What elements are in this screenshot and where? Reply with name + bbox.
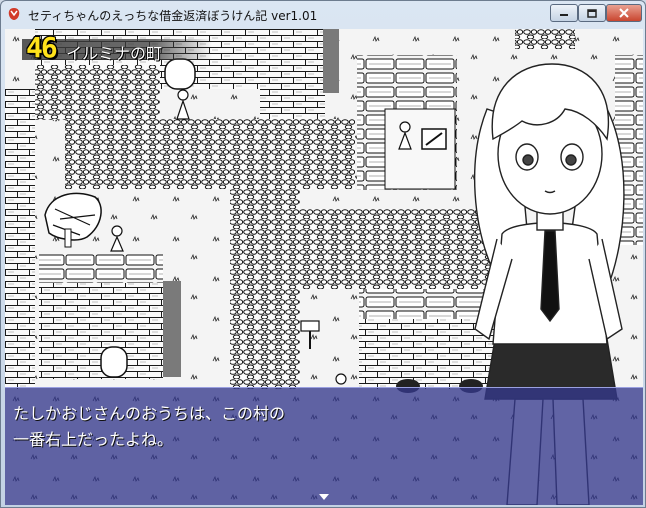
close-icon	[619, 8, 629, 18]
game-screen[interactable]: 46 イルミナの町 たしかおじさんのおうちは、この村の 一番右上だったよね。	[5, 29, 643, 505]
maximize-icon	[587, 8, 597, 18]
title-bar[interactable]: セティちゃんのえっちな借金返済ぼうけん記 ver1.01	[1, 1, 645, 28]
next-page-cursor-icon[interactable]	[318, 493, 330, 501]
minimize-icon	[560, 14, 568, 16]
close-button[interactable]	[606, 4, 642, 22]
minimize-button[interactable]	[550, 4, 578, 22]
message-line-2: 一番右上だったよね。	[13, 430, 174, 449]
window-title: セティちゃんのえっちな借金返済ぼうけん記 ver1.01	[28, 9, 318, 23]
location-number: 46	[26, 31, 58, 64]
message-window[interactable]: たしかおじさんのおうちは、この村の 一番右上だったよね。	[5, 387, 643, 505]
app-icon	[8, 8, 20, 20]
location-banner: 46 イルミナの町	[22, 31, 212, 64]
maximize-button[interactable]	[578, 4, 606, 22]
location-name: イルミナの町	[66, 44, 163, 63]
game-window: セティちゃんのえっちな借金返済ぼうけん記 ver1.01 46 イルミナの町 た…	[0, 0, 646, 508]
message-line-1: たしかおじさんのおうちは、この村の	[13, 404, 286, 423]
